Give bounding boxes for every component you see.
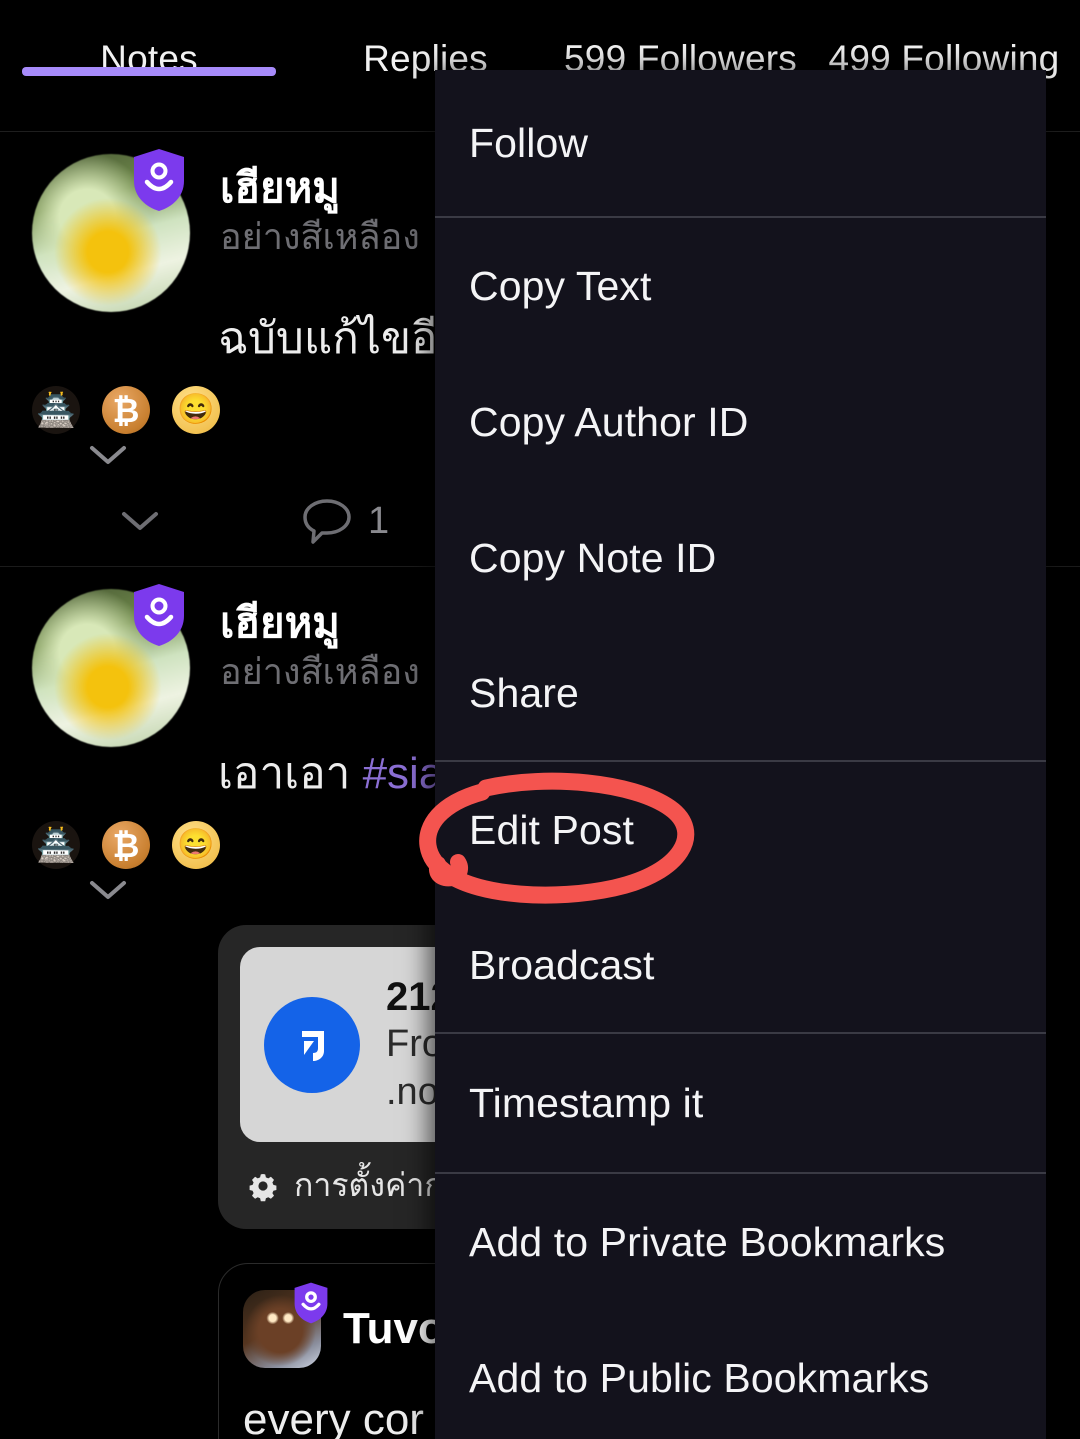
menu-item-edit-post[interactable]: Edit Post: [435, 762, 1046, 898]
menu-item-timestamp-it[interactable]: Timestamp it: [435, 1034, 1046, 1174]
post-author: เฮียหมู อย่างสีเหลือง: [190, 154, 420, 259]
tab-active-indicator: [22, 67, 276, 76]
grin-emoji[interactable]: 😄: [172, 821, 220, 870]
tab-following[interactable]: 499 Following: [808, 0, 1080, 80]
menu-item-broadcast[interactable]: Broadcast: [435, 898, 1046, 1034]
chevron-down-icon: [90, 881, 126, 900]
app-screen: Notes Replies 599 Followers 499 Followin…: [0, 0, 1080, 1439]
post-handle: อย่างสีเหลือง: [220, 216, 420, 258]
chevron-down-icon: [90, 446, 126, 465]
gear-icon: [249, 1173, 277, 1201]
quoted-note-author: Tuvo: [343, 1304, 445, 1354]
reply-count: 1: [368, 499, 390, 542]
avatar[interactable]: [32, 584, 190, 748]
bitcoin-emoji[interactable]: ₿: [102, 821, 150, 870]
verified-shield-icon: [134, 584, 184, 647]
menu-item-share[interactable]: Share: [435, 626, 1046, 762]
app-logo-icon: [264, 996, 360, 1093]
menu-item-follow[interactable]: Follow: [435, 70, 1046, 218]
post-hashtag-link[interactable]: #sia: [363, 749, 444, 798]
menu-item-copy-note-id[interactable]: Copy Note ID: [435, 490, 1046, 626]
post-display-name: เฮียหมู: [220, 164, 340, 211]
tab-notes[interactable]: Notes: [0, 0, 298, 80]
tab-followers[interactable]: 599 Followers: [553, 0, 808, 80]
menu-item-add-private-bookmarks[interactable]: Add to Private Bookmarks: [435, 1174, 1046, 1310]
post-context-menu: Follow Copy Text Copy Author ID Copy Not…: [435, 70, 1046, 1439]
post-author: เฮียหมู อย่างสีเหลือง: [190, 589, 420, 694]
post-text-prefix: เอาเอา: [218, 749, 363, 799]
verified-shield-icon: [134, 149, 184, 211]
temple-emoji[interactable]: 🏯: [32, 821, 80, 870]
post-expand-button[interactable]: [120, 510, 300, 532]
post-display-name: เฮียหมู: [220, 599, 340, 647]
chevron-down-icon: [122, 512, 158, 531]
verified-shield-icon: [294, 1282, 328, 1324]
post-handle: อย่างสีเหลือง: [220, 651, 420, 693]
menu-item-copy-author-id[interactable]: Copy Author ID: [435, 354, 1046, 490]
app-logo-glyph: [302, 1030, 324, 1061]
avatar[interactable]: [32, 149, 190, 312]
menu-item-add-public-bookmarks[interactable]: Add to Public Bookmarks: [435, 1310, 1046, 1439]
comment-icon: [303, 499, 351, 544]
menu-item-copy-text[interactable]: Copy Text: [435, 218, 1046, 354]
avatar[interactable]: [243, 1282, 328, 1369]
tab-replies[interactable]: Replies: [298, 0, 553, 80]
temple-emoji[interactable]: 🏯: [32, 386, 80, 435]
bitcoin-emoji[interactable]: ₿: [102, 386, 150, 435]
grin-emoji[interactable]: 😄: [172, 386, 220, 435]
